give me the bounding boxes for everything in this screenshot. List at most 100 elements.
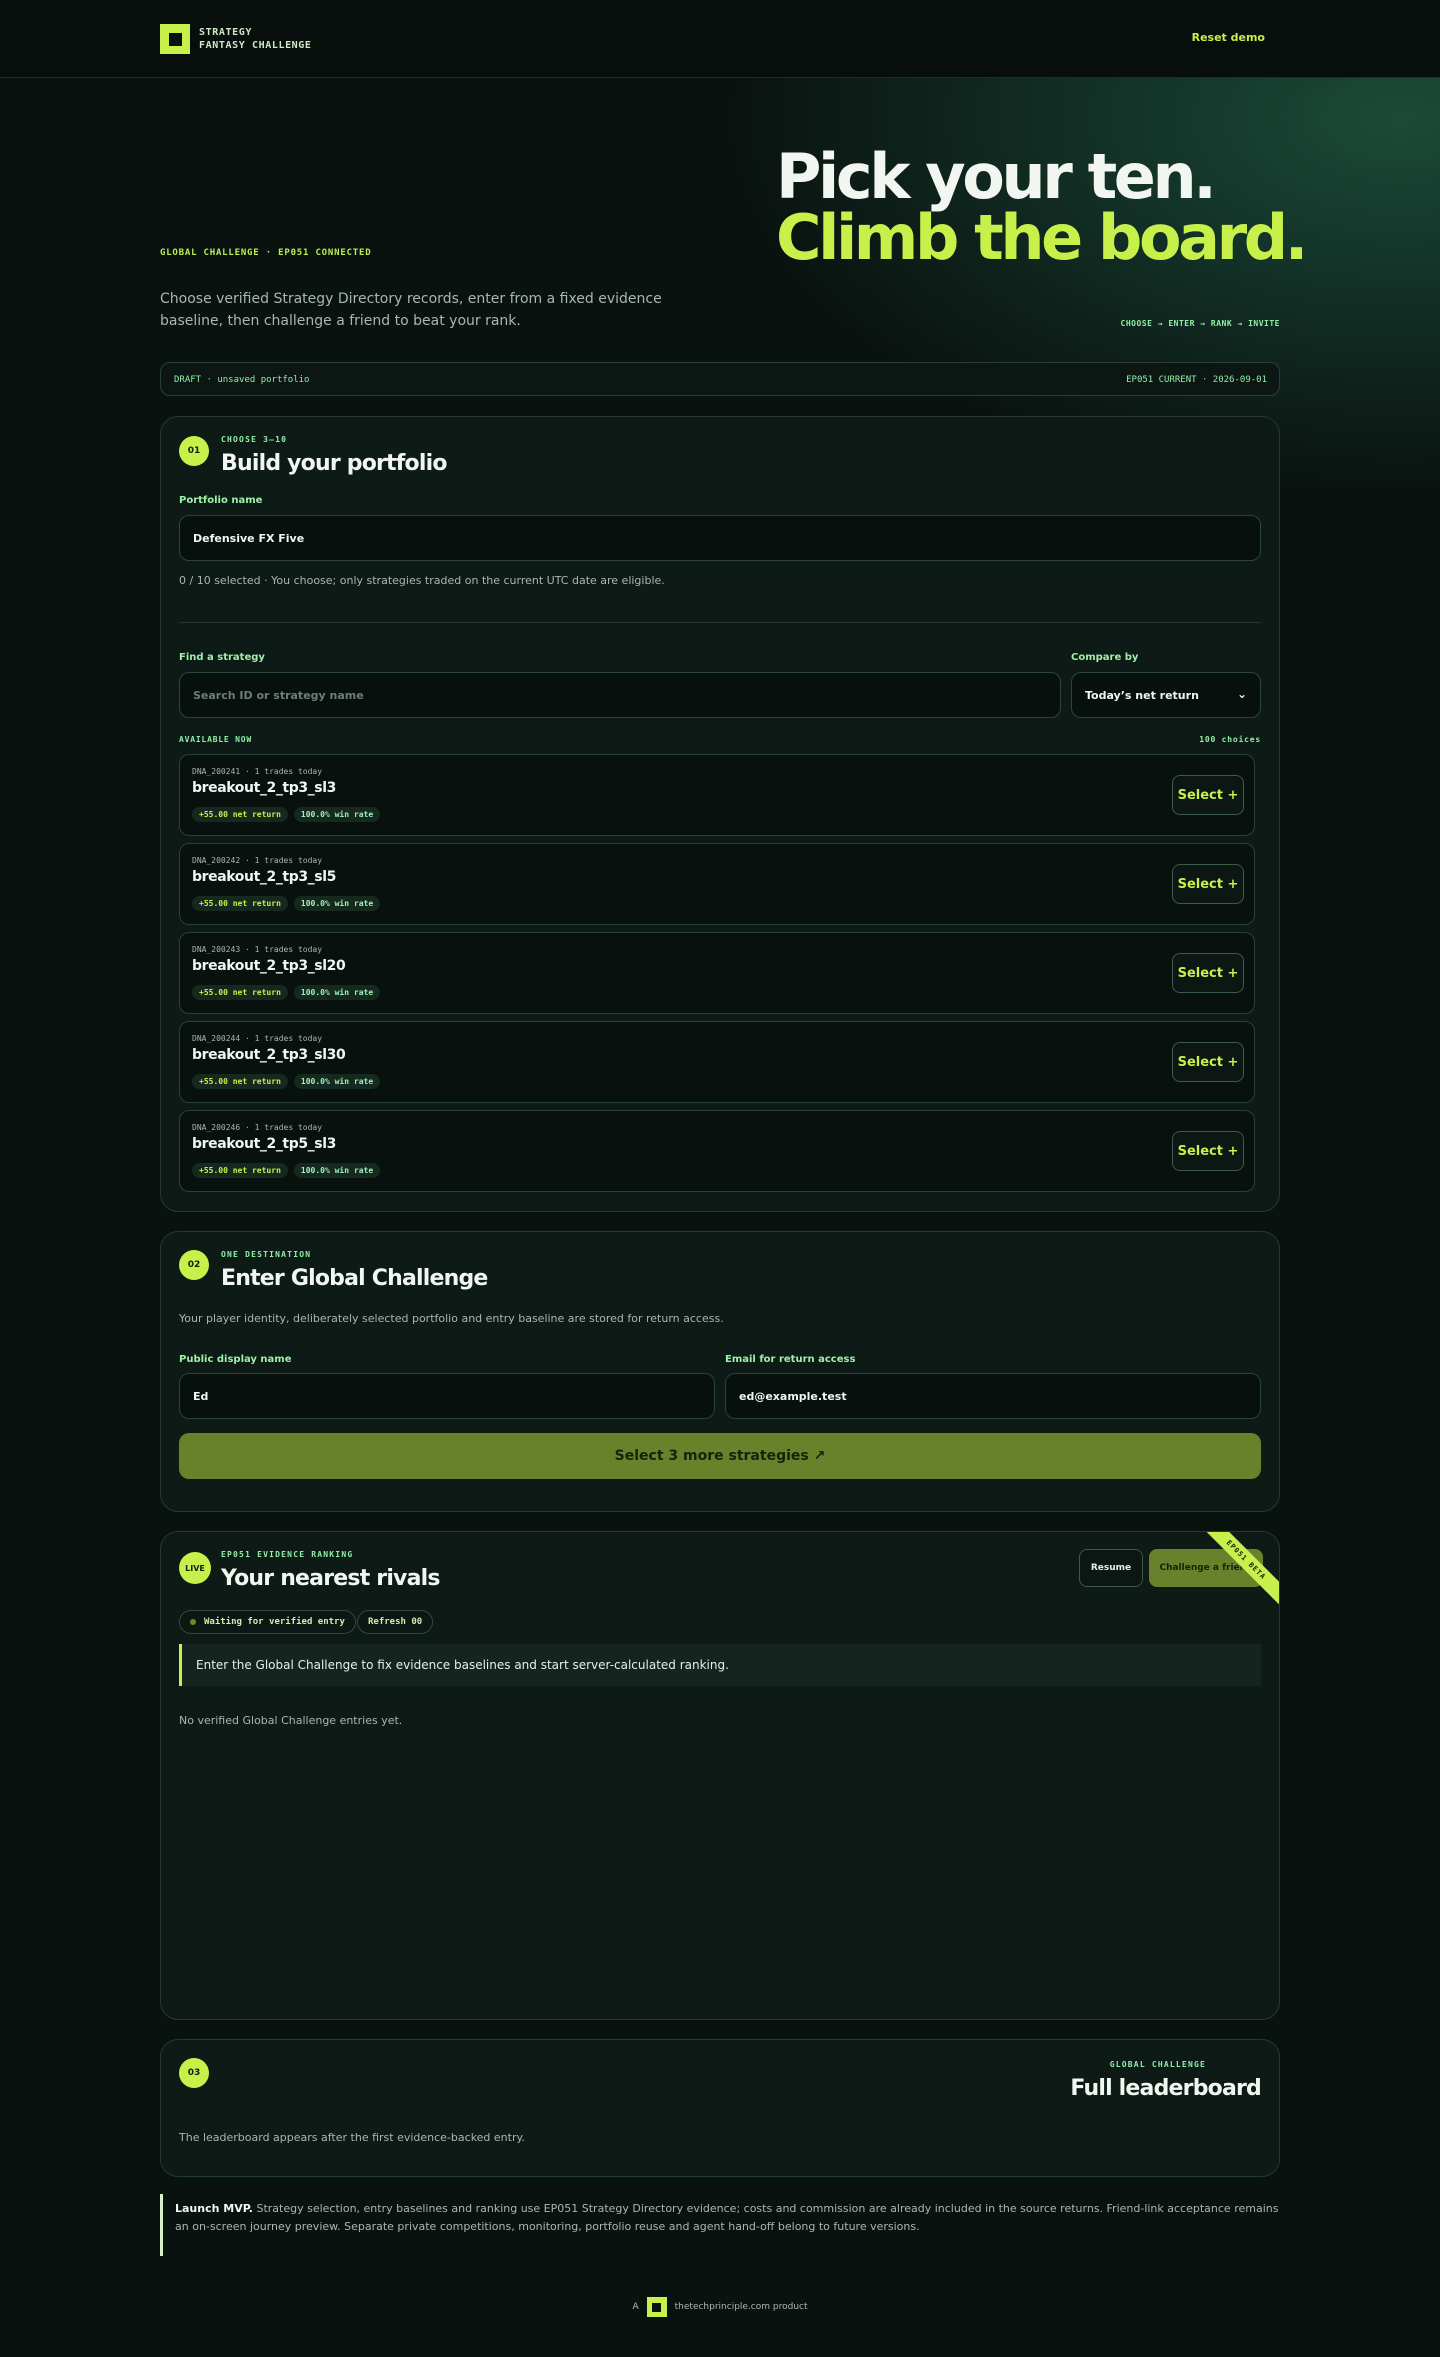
rivals-panel: LIVE EP051 EVIDENCE RANKING Your nearest… bbox=[160, 1531, 1280, 2020]
strategy-chips: +55.00 net return 100.0% win rate bbox=[192, 896, 381, 911]
divider bbox=[179, 622, 1261, 623]
step-number: 03 bbox=[179, 2058, 209, 2088]
email-label: Email for return access bbox=[725, 1354, 856, 1365]
strategy-name: breakout_2_tp5_sl3 bbox=[192, 1136, 336, 1152]
footer-credit: A thetechprinciple.com product bbox=[0, 2297, 1440, 2317]
step-number: 02 bbox=[179, 1250, 209, 1280]
enter-challenge-button[interactable]: Select 3 more strategies ↗ bbox=[179, 1433, 1261, 1479]
choices-count: 100 choices bbox=[1199, 735, 1261, 744]
strategy-meta: DNA_200242 · 1 trades today bbox=[192, 856, 323, 865]
strategy-meta: DNA_200241 · 1 trades today bbox=[192, 767, 323, 776]
selection-note: 0 / 10 selected · You choose; only strat… bbox=[179, 574, 665, 587]
status-bar: DRAFT · unsaved portfolio EP051 CURRENT … bbox=[160, 362, 1280, 396]
net-return-chip: +55.00 net return bbox=[192, 807, 288, 822]
email-input[interactable]: ed@example.test bbox=[725, 1373, 1261, 1419]
win-rate-chip: 100.0% win rate bbox=[293, 1163, 381, 1178]
hero-title-line-2: Climb the board. bbox=[776, 201, 1308, 274]
net-return-chip: +55.00 net return bbox=[192, 896, 288, 911]
brand-line-2: FANTASY CHALLENGE bbox=[199, 40, 312, 51]
win-rate-chip: 100.0% win rate bbox=[293, 896, 381, 911]
strategy-card: DNA_200241 · 1 trades today breakout_2_t… bbox=[179, 754, 1255, 836]
select-strategy-button[interactable]: Select + bbox=[1172, 1131, 1244, 1171]
strategy-chips: +55.00 net return 100.0% win rate bbox=[192, 1074, 381, 1089]
enter-note: Your player identity, deliberately selec… bbox=[179, 1312, 724, 1325]
step-title: Enter Global Challenge bbox=[221, 1266, 488, 1291]
reset-demo-button[interactable]: Reset demo bbox=[1192, 31, 1265, 44]
portfolio-name-label: Portfolio name bbox=[179, 495, 263, 506]
strategy-card: DNA_200244 · 1 trades today breakout_2_t… bbox=[179, 1021, 1255, 1103]
find-strategy-label: Find a strategy bbox=[179, 652, 265, 663]
select-strategy-button[interactable]: Select + bbox=[1172, 775, 1244, 815]
strategy-search-input[interactable]: Search ID or strategy name bbox=[179, 672, 1061, 718]
available-now-label: AVAILABLE NOW bbox=[179, 735, 253, 744]
net-return-chip: +55.00 net return bbox=[192, 985, 288, 1000]
net-return-chip: +55.00 net return bbox=[192, 1074, 288, 1089]
brand-logo[interactable]: STRATEGY FANTASY CHALLENGE bbox=[160, 24, 312, 54]
mvp-text: Strategy selection, entry baselines and … bbox=[175, 2202, 1279, 2233]
enter-challenge-panel: 02 ONE DESTINATION Enter Global Challeng… bbox=[160, 1231, 1280, 1512]
strategy-meta: DNA_200246 · 1 trades today bbox=[192, 1123, 323, 1132]
strategy-name: breakout_2_tp3_sl30 bbox=[192, 1047, 346, 1063]
select-strategy-button[interactable]: Select + bbox=[1172, 953, 1244, 993]
step-kicker: CHOOSE 3–10 bbox=[221, 435, 288, 444]
strategy-meta: DNA_200243 · 1 trades today bbox=[192, 945, 323, 954]
leaderboard-kicker: GLOBAL CHALLENGE bbox=[1109, 2060, 1206, 2069]
strategy-chips: +55.00 net return 100.0% win rate bbox=[192, 1163, 381, 1178]
leaderboard-title: Full leaderboard bbox=[1070, 2076, 1261, 2101]
win-rate-chip: 100.0% win rate bbox=[293, 985, 381, 1000]
waiting-status-text: Waiting for verified entry bbox=[204, 1617, 345, 1627]
credit-link[interactable]: thetechprinciple.com product bbox=[675, 2302, 808, 2312]
strategy-name: breakout_2_tp3_sl3 bbox=[192, 780, 336, 796]
compare-by-value: Today’s net return bbox=[1085, 688, 1199, 702]
strategy-name: breakout_2_tp3_sl20 bbox=[192, 958, 346, 974]
refresh-button[interactable]: Refresh 00 bbox=[357, 1610, 434, 1634]
select-strategy-button[interactable]: Select + bbox=[1172, 864, 1244, 904]
live-badge: LIVE bbox=[179, 1552, 211, 1584]
portfolio-name-input[interactable]: Defensive FX Five bbox=[179, 515, 1261, 561]
resume-button[interactable]: Resume bbox=[1079, 1549, 1143, 1587]
status-dot-icon bbox=[190, 1619, 196, 1625]
hero-title-line-1: Pick your ten. bbox=[776, 140, 1217, 213]
step-title: Build your portfolio bbox=[221, 451, 447, 476]
mvp-title: Launch MVP. bbox=[175, 2202, 253, 2215]
strategy-card: DNA_200242 · 1 trades today breakout_2_t… bbox=[179, 843, 1255, 925]
square-logo-icon bbox=[646, 2297, 667, 2317]
rivals-title: Your nearest rivals bbox=[221, 1566, 440, 1591]
leaderboard-note: The leaderboard appears after the first … bbox=[179, 2131, 525, 2144]
compare-by-select[interactable]: Today’s net return ⌄ bbox=[1071, 672, 1261, 718]
net-return-chip: +55.00 net return bbox=[192, 1163, 288, 1178]
strategy-card: DNA_200243 · 1 trades today breakout_2_t… bbox=[179, 932, 1255, 1014]
build-portfolio-panel: 01 CHOOSE 3–10 Build your portfolio Port… bbox=[160, 416, 1280, 1212]
strategy-meta: DNA_200244 · 1 trades today bbox=[192, 1034, 323, 1043]
square-logo-icon bbox=[160, 24, 190, 54]
leaderboard-panel: 03 GLOBAL CHALLENGE Full leaderboard The… bbox=[160, 2039, 1280, 2177]
ep051-status: EP051 CURRENT · 2026-09-01 bbox=[1126, 375, 1267, 385]
chevron-down-icon: ⌄ bbox=[1236, 687, 1247, 701]
brand-name: STRATEGY FANTASY CHALLENGE bbox=[199, 26, 312, 52]
hero-title: Pick your ten. Climb the board. bbox=[776, 140, 1308, 274]
strategy-chips: +55.00 net return 100.0% win rate bbox=[192, 985, 381, 1000]
display-name-input[interactable]: Ed bbox=[179, 1373, 715, 1419]
rivals-callout: Enter the Global Challenge to fix eviden… bbox=[179, 1644, 1261, 1686]
step-kicker: ONE DESTINATION bbox=[221, 1250, 312, 1259]
win-rate-chip: 100.0% win rate bbox=[293, 1074, 381, 1089]
rivals-kicker: EP051 EVIDENCE RANKING bbox=[221, 1550, 354, 1559]
hero-steps: CHOOSE → ENTER → RANK → INVITE bbox=[1120, 319, 1280, 328]
step-number: 01 bbox=[179, 436, 209, 466]
display-name-label: Public display name bbox=[179, 1354, 292, 1365]
compare-by-label: Compare by bbox=[1071, 652, 1139, 663]
strategy-card: DNA_200246 · 1 trades today breakout_2_t… bbox=[179, 1110, 1255, 1192]
strategy-name: breakout_2_tp3_sl5 bbox=[192, 869, 336, 885]
select-strategy-button[interactable]: Select + bbox=[1172, 1042, 1244, 1082]
rivals-empty-state: No verified Global Challenge entries yet… bbox=[179, 1714, 403, 1727]
top-bar: STRATEGY FANTASY CHALLENGE Reset demo bbox=[0, 0, 1440, 78]
hero-lede: Choose verified Strategy Directory recor… bbox=[160, 291, 662, 329]
draft-status: DRAFT · unsaved portfolio bbox=[174, 375, 310, 385]
win-rate-chip: 100.0% win rate bbox=[293, 807, 381, 822]
credit-prefix: A bbox=[632, 2302, 639, 2312]
hero-kicker: GLOBAL CHALLENGE · EP051 CONNECTED bbox=[160, 248, 372, 258]
strategy-chips: +55.00 net return 100.0% win rate bbox=[192, 807, 381, 822]
waiting-status-pill: Waiting for verified entry bbox=[179, 1610, 356, 1634]
brand-line-1: STRATEGY bbox=[199, 27, 252, 38]
launch-mvp-note: Launch MVP. Strategy selection, entry ba… bbox=[160, 2194, 1280, 2256]
